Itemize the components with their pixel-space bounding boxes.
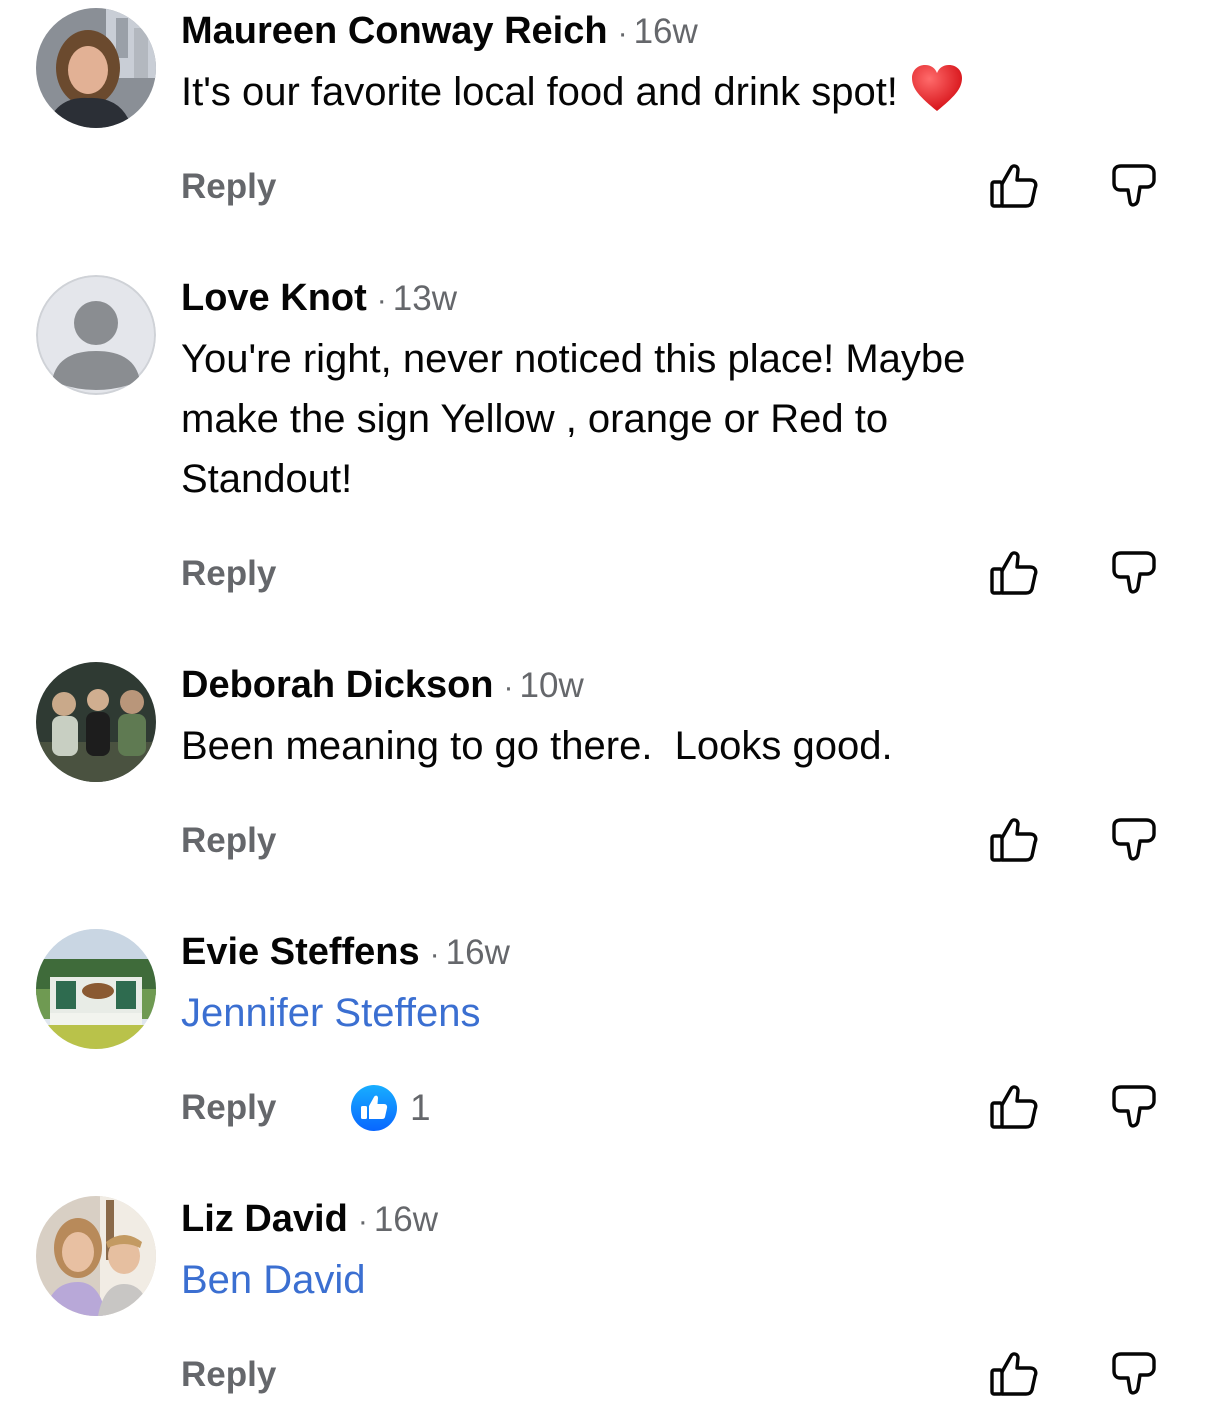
separator-dot: · [357, 1205, 368, 1238]
avatar[interactable] [36, 275, 156, 395]
avatar-photo-maureen [36, 8, 156, 128]
thumbs-down-icon[interactable] [1108, 814, 1160, 866]
like-reaction-badge-icon [351, 1085, 397, 1131]
author-name[interactable]: Maureen Conway Reich [181, 10, 608, 52]
comment-text: Jennifer Steffens [181, 983, 1141, 1043]
thumbs-up-icon[interactable] [988, 160, 1040, 212]
mention-link[interactable]: Jennifer Steffens [181, 991, 480, 1035]
thumbs-down-icon[interactable] [1108, 547, 1160, 599]
comment-header: Deborah Dickson · 10w [181, 663, 584, 710]
author-name[interactable]: Liz David [181, 1198, 348, 1240]
reply-button[interactable]: Reply [181, 821, 276, 861]
reply-button[interactable]: Reply [181, 1088, 276, 1128]
reply-button[interactable]: Reply [181, 1355, 276, 1395]
thumbs-down-icon[interactable] [1108, 1081, 1160, 1133]
comment-header: Liz David · 16w [181, 1197, 438, 1244]
thumbs-up-icon[interactable] [988, 1081, 1040, 1133]
comment-text: You're right, never noticed this place! … [181, 329, 1141, 509]
red-heart-emoji-icon [910, 63, 964, 130]
timestamp[interactable]: 13w [393, 279, 457, 318]
avatar[interactable] [36, 8, 156, 128]
avatar[interactable] [36, 929, 156, 1049]
comment-text: Been meaning to go there. Looks good. [181, 716, 1141, 776]
separator-dot: · [376, 284, 387, 317]
author-name[interactable]: Evie Steffens [181, 931, 420, 973]
separator-dot: · [617, 17, 628, 50]
default-avatar-icon [36, 275, 156, 395]
avatar-photo-deborah [36, 662, 156, 782]
comment-header: Evie Steffens · 16w [181, 930, 510, 977]
mention-link[interactable]: Ben David [181, 1258, 366, 1302]
thumbs-up-icon[interactable] [988, 814, 1040, 866]
avatar-photo-liz [36, 1196, 156, 1316]
comment-text-content: Been meaning to go there. Looks good. [181, 724, 893, 768]
thumbs-up-icon[interactable] [988, 547, 1040, 599]
author-name[interactable]: Deborah Dickson [181, 664, 494, 706]
reaction-count: 1 [410, 1087, 431, 1128]
avatar[interactable] [36, 1196, 156, 1316]
comment-text-line: You're right, never noticed this place! … [181, 337, 966, 381]
separator-dot: · [503, 671, 514, 704]
timestamp[interactable]: 16w [446, 933, 510, 972]
timestamp[interactable]: 16w [374, 1200, 438, 1239]
timestamp[interactable]: 10w [520, 666, 584, 705]
comment-text-line: make the sign Yellow , orange or Red to [181, 397, 889, 441]
reply-button[interactable]: Reply [181, 167, 276, 207]
timestamp[interactable]: 16w [634, 12, 698, 51]
comment-header: Love Knot · 13w [181, 276, 457, 323]
reaction-summary[interactable]: 1 [350, 1084, 431, 1132]
avatar-photo-evie [36, 929, 156, 1049]
separator-dot: · [429, 938, 440, 971]
thumbs-down-icon[interactable] [1108, 160, 1160, 212]
author-name[interactable]: Love Knot [181, 277, 367, 319]
comment-text-line: Standout! [181, 457, 353, 501]
thumbs-down-icon[interactable] [1108, 1348, 1160, 1400]
comment-text: It's our favorite local food and drink s… [181, 62, 1141, 130]
reply-button[interactable]: Reply [181, 554, 276, 594]
thumbs-up-icon[interactable] [988, 1348, 1040, 1400]
comment-text: Ben David [181, 1250, 1141, 1310]
comment-text-content: It's our favorite local food and drink s… [181, 70, 898, 114]
avatar[interactable] [36, 662, 156, 782]
comment-header: Maureen Conway Reich · 16w [181, 9, 698, 56]
